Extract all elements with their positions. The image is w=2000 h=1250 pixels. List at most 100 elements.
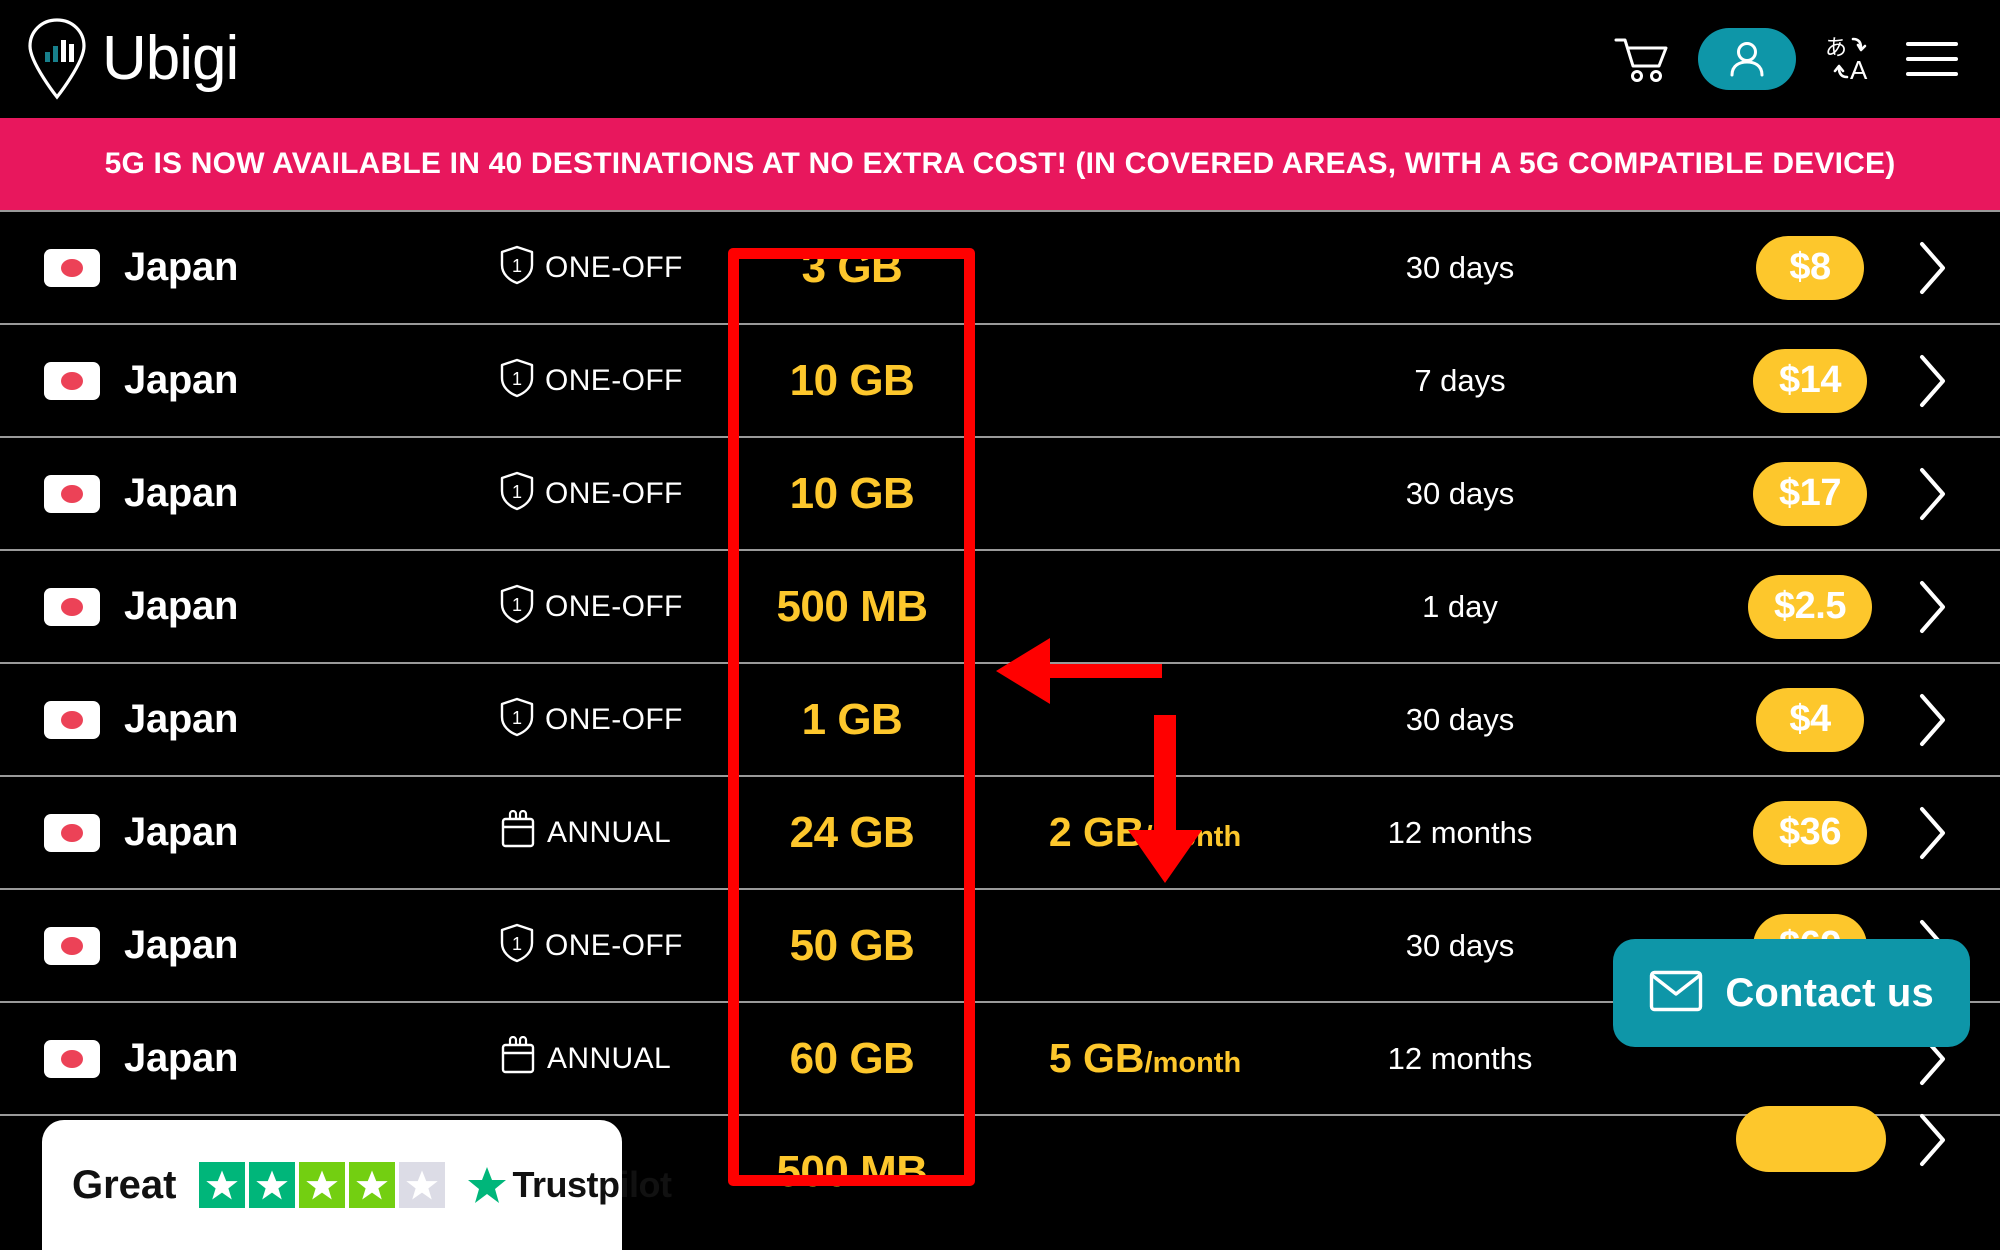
plan-type-cell: 1 ONE-OFF xyxy=(500,697,683,742)
plan-country-name: Japan xyxy=(124,923,239,967)
plan-price-cell[interactable]: $2.5 xyxy=(1720,574,1900,639)
trustpilot-star-2 xyxy=(248,1162,295,1208)
table-row[interactable]: Japan 1 ONE-OFF 3 GB 30 days $8 xyxy=(0,210,2000,323)
plan-country-cell: Japan xyxy=(44,358,238,403)
plan-price-badge[interactable]: $8 xyxy=(1756,235,1864,300)
plan-open-chevron[interactable] xyxy=(1915,240,1949,296)
jp-flag-icon xyxy=(44,587,100,626)
plan-open-chevron-occluded[interactable] xyxy=(1915,1112,1949,1173)
jp-flag-icon xyxy=(44,248,100,287)
plan-duration: 1 day xyxy=(1422,588,1498,624)
plan-country-cell: Japan xyxy=(44,923,238,968)
shield-one-icon: 1 xyxy=(500,697,534,742)
plan-open-chevron[interactable] xyxy=(1915,805,1949,861)
plan-country-name: Japan xyxy=(124,1036,239,1080)
jp-flag-icon xyxy=(44,700,100,739)
plan-price-badge[interactable]: $17 xyxy=(1753,461,1867,526)
plan-country-name: Japan xyxy=(124,697,239,741)
plan-price-cell[interactable]: $8 xyxy=(1720,235,1900,300)
plan-type-cell: ANNUAL xyxy=(500,809,672,855)
plan-data-amount: 10 GB xyxy=(789,355,915,405)
jp-flag-icon xyxy=(44,1039,100,1078)
menu-bar-3 xyxy=(1906,72,1958,76)
chevron-right-icon xyxy=(1920,467,1945,520)
table-row[interactable]: JapanANNUAL24 GB2 GB/month12 months$36 xyxy=(0,775,2000,888)
plan-open-chevron[interactable] xyxy=(1915,692,1949,748)
envelope-icon xyxy=(1649,970,1703,1017)
calendar-icon xyxy=(500,809,536,855)
plan-list: Japan 1 ONE-OFF 3 GB 30 days $8 Japan 1 ONE-OFF 1… xyxy=(0,210,2000,1250)
trustpilot-stars xyxy=(198,1162,445,1208)
plan-country-name: Japan xyxy=(124,245,239,289)
plan-price-cell[interactable]: $14 xyxy=(1720,348,1900,413)
chevron-right-icon xyxy=(1920,354,1945,407)
language-icon[interactable]: あ A xyxy=(1824,33,1878,85)
plan-per-month: 5 GB/month xyxy=(1048,1035,1242,1081)
plan-country-cell: Japan xyxy=(44,471,238,516)
plan-type-cell: 1 ONE-OFF xyxy=(500,584,683,629)
trustpilot-brand-text: Trustpilot xyxy=(512,1164,673,1205)
contact-us-button[interactable]: Contact us xyxy=(1613,939,1970,1047)
plan-open-chevron[interactable] xyxy=(1915,579,1949,635)
menu-bar-2 xyxy=(1906,57,1958,61)
plan-price-badge-occluded[interactable] xyxy=(1736,1106,1886,1172)
trustpilot-star-1 xyxy=(198,1162,245,1208)
cart-icon[interactable] xyxy=(1614,34,1670,84)
plan-data-amount: 1 GB xyxy=(801,694,903,744)
shield-one-icon: 1 xyxy=(500,471,534,516)
account-icon[interactable] xyxy=(1698,28,1796,90)
plan-price-badge[interactable]: $36 xyxy=(1753,800,1867,865)
plan-country-name: Japan xyxy=(124,584,239,628)
plan-price-badge[interactable]: $2.5 xyxy=(1748,574,1872,639)
plan-price-badge[interactable]: $4 xyxy=(1756,687,1864,752)
table-row[interactable]: Japan 1 ONE-OFF 10 GB 30 days $17 xyxy=(0,436,2000,549)
plan-type-label: ANNUAL xyxy=(547,815,672,849)
plan-type-label: ONE-OFF xyxy=(545,250,683,284)
svg-text:A: A xyxy=(1850,55,1868,85)
svg-text:あ: あ xyxy=(1825,36,1847,61)
trustpilot-star-3 xyxy=(298,1162,345,1208)
plan-price-cell[interactable]: $17 xyxy=(1720,461,1900,526)
jp-flag-icon xyxy=(44,813,100,852)
plan-type-label: ONE-OFF xyxy=(545,589,683,623)
plan-type-label: ONE-OFF xyxy=(545,928,683,962)
plan-price-cell[interactable]: $36 xyxy=(1720,800,1900,865)
svg-text:1: 1 xyxy=(512,369,522,389)
plan-type-label: ONE-OFF xyxy=(545,702,683,736)
plan-data-amount: 60 GB xyxy=(789,1033,915,1083)
shield-one-icon: 1 xyxy=(500,358,534,403)
calendar-icon xyxy=(500,1035,536,1081)
plan-type-cell: 1 ONE-OFF xyxy=(500,245,683,290)
promo-banner-text: 5G IS NOW AVAILABLE IN 40 DESTINATIONS A… xyxy=(104,147,1896,180)
chevron-right-icon xyxy=(1920,806,1945,859)
plan-price-cell[interactable]: $4 xyxy=(1720,687,1900,752)
trustpilot-star-5 xyxy=(398,1162,445,1208)
plan-data-amount: 500 MB xyxy=(776,581,928,631)
plan-open-chevron[interactable] xyxy=(1915,353,1949,409)
plan-type-cell: 1 ONE-OFF xyxy=(500,471,683,516)
trustpilot-star-icon xyxy=(467,1167,506,1203)
chevron-right-icon xyxy=(1920,580,1945,633)
plan-duration: 7 days xyxy=(1414,362,1506,398)
plan-type-cell: ANNUAL xyxy=(500,1035,671,1081)
plan-open-chevron[interactable] xyxy=(1915,466,1949,522)
brand-name: Ubigi xyxy=(102,24,239,93)
jp-flag-icon xyxy=(44,361,100,400)
promo-banner[interactable]: 5G IS NOW AVAILABLE IN 40 DESTINATIONS A… xyxy=(0,118,2000,210)
trustpilot-widget[interactable]: Great Trustpilot xyxy=(42,1120,672,1250)
trustpilot-brand: Trustpilot xyxy=(467,1164,672,1206)
plan-country-cell: Japan xyxy=(44,1036,238,1081)
plan-price-badge[interactable]: $14 xyxy=(1753,348,1867,413)
plan-data-amount: 50 GB xyxy=(789,920,915,970)
plan-data-amount: 10 GB xyxy=(789,468,915,518)
menu-icon[interactable] xyxy=(1906,42,1958,76)
chevron-right-icon xyxy=(1920,693,1945,746)
table-row[interactable]: Japan 1 ONE-OFF 10 GB 7 days $14 xyxy=(0,323,2000,436)
plan-country-name: Japan xyxy=(124,810,239,854)
plan-type-label: ONE-OFF xyxy=(545,476,683,510)
plan-country-cell: Japan xyxy=(44,697,238,742)
logo[interactable]: Ubigi xyxy=(26,17,239,101)
chevron-right-icon xyxy=(1920,241,1945,294)
plan-type-cell: 1 ONE-OFF xyxy=(500,923,683,968)
plan-duration: 30 days xyxy=(1405,249,1515,285)
